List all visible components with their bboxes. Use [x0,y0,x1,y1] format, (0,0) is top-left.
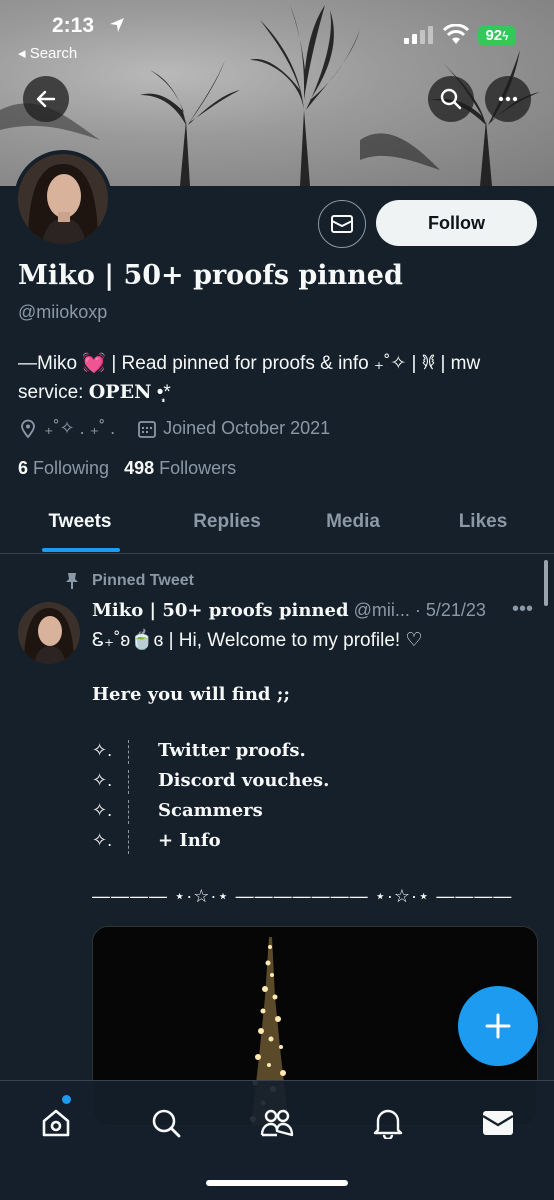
tweet-welcome-line: Ꮛ₊˚ʚ🍵ɞ | Hi, Welcome to my profile! ♡ [92,630,423,651]
battery-level: 92 [485,27,503,44]
follow-counts: 6 Following 498 Followers [18,458,236,479]
scrollbar[interactable] [544,560,548,606]
compose-plus-icon [485,1013,511,1039]
pin-icon [66,573,78,589]
bio-open-status: OPEN [88,381,152,403]
message-button[interactable] [318,200,366,248]
search-icon [440,88,462,110]
tweet-handle-date[interactable]: @mii... · 5/21/23 [349,600,486,620]
home-indicator-bar[interactable] [206,1180,348,1186]
followers-label: Followers [159,458,237,478]
avatar-portrait [18,154,108,244]
list-divider [128,770,129,794]
profile-tabs: Tweets Replies Media Likes [0,500,554,554]
nav-search[interactable] [142,1099,190,1147]
battery-indicator: 92ϟ [478,26,516,46]
location-icon [21,419,35,438]
back-button[interactable] [23,76,69,122]
home-icon [42,1109,70,1137]
list-item: Discord vouches. [158,770,330,791]
bio-line-2-suffix: •̩̩͙* [151,382,171,403]
tab-replies[interactable]: Replies [160,500,294,554]
list-divider [128,800,129,824]
bio-line-2-prefix: service: [18,382,89,403]
nav-communities[interactable] [253,1099,301,1147]
list-item: Scammers [158,800,263,821]
list-marker: ✧. [92,740,113,760]
pinned-label-text: Pinned Tweet [92,572,194,589]
nav-notifications[interactable] [364,1099,412,1147]
profile-avatar[interactable] [14,150,112,248]
tweet-more-button[interactable]: ••• [512,598,533,621]
profile-joined-date: Joined October 2021 [163,418,331,438]
list-divider [128,830,129,854]
list-divider [128,740,129,764]
notifications-icon [373,1109,403,1139]
tweet-author-avatar[interactable] [18,602,80,664]
tweet-heading: Here you will find ;; [92,684,291,705]
profile-location: ₊˚✧ . ₊˚ . [44,418,116,438]
following-label: Following [33,458,110,478]
tab-tweets[interactable]: Tweets [0,500,160,554]
home-notification-dot [62,1095,71,1104]
messages-icon [482,1111,514,1135]
more-button[interactable] [485,76,531,122]
location-arrow-icon [110,18,124,32]
mail-icon [331,215,353,233]
bio-line-1: —Miko 💓 | Read pinned for proofs & info … [18,353,481,374]
communities-icon [260,1109,294,1137]
profile-bio: —Miko 💓 | Read pinned for proofs & info … [18,350,538,407]
tab-likes[interactable]: Likes [412,500,554,554]
following-count: 6 [18,458,29,478]
active-tab-indicator [42,548,120,552]
tab-media[interactable]: Media [294,500,412,554]
profile-name: Miko | 50+ proofs pinned [18,260,403,291]
calendar-icon [138,420,156,438]
back-arrow-icon [36,90,56,108]
profile-handle: @miiokoxp [18,302,108,322]
tweet-author-name[interactable]: Miko | 50+ proofs pinned [92,600,349,621]
list-marker: ✧. [92,770,113,790]
wifi-icon [442,24,470,44]
list-item: + Info [158,830,221,851]
nav-home[interactable] [32,1099,80,1147]
back-to-search-link[interactable]: ◂ Search [18,44,77,62]
tweet-avatar-portrait [18,602,80,664]
pinned-tweet-label: Pinned Tweet [64,572,194,590]
list-item: Twitter proofs. [158,740,306,761]
list-marker: ✧. [92,830,113,850]
following-link[interactable]: 6 Following [18,458,109,478]
compose-tweet-button[interactable] [458,986,538,1066]
follow-button[interactable]: Follow [376,200,537,246]
cellular-signal-icon [404,26,433,44]
search-button[interactable] [428,76,474,122]
profile-meta: ₊˚✧ . ₊˚ . Joined October 2021 [18,418,330,439]
followers-link[interactable]: 498 Followers [124,458,236,478]
status-time: 2:13 [52,14,95,37]
tweet-header: Miko | 50+ proofs pinned @mii... · 5/21/… [92,600,486,621]
followers-count: 498 [124,458,155,478]
nav-messages[interactable] [474,1099,522,1147]
more-icon [498,96,518,102]
list-marker: ✧. [92,800,113,820]
search-icon [152,1109,181,1138]
tweet-decorative-divider: ———— ⋆·☆·⋆ ——————— ⋆·☆·⋆ ———— [92,886,513,906]
